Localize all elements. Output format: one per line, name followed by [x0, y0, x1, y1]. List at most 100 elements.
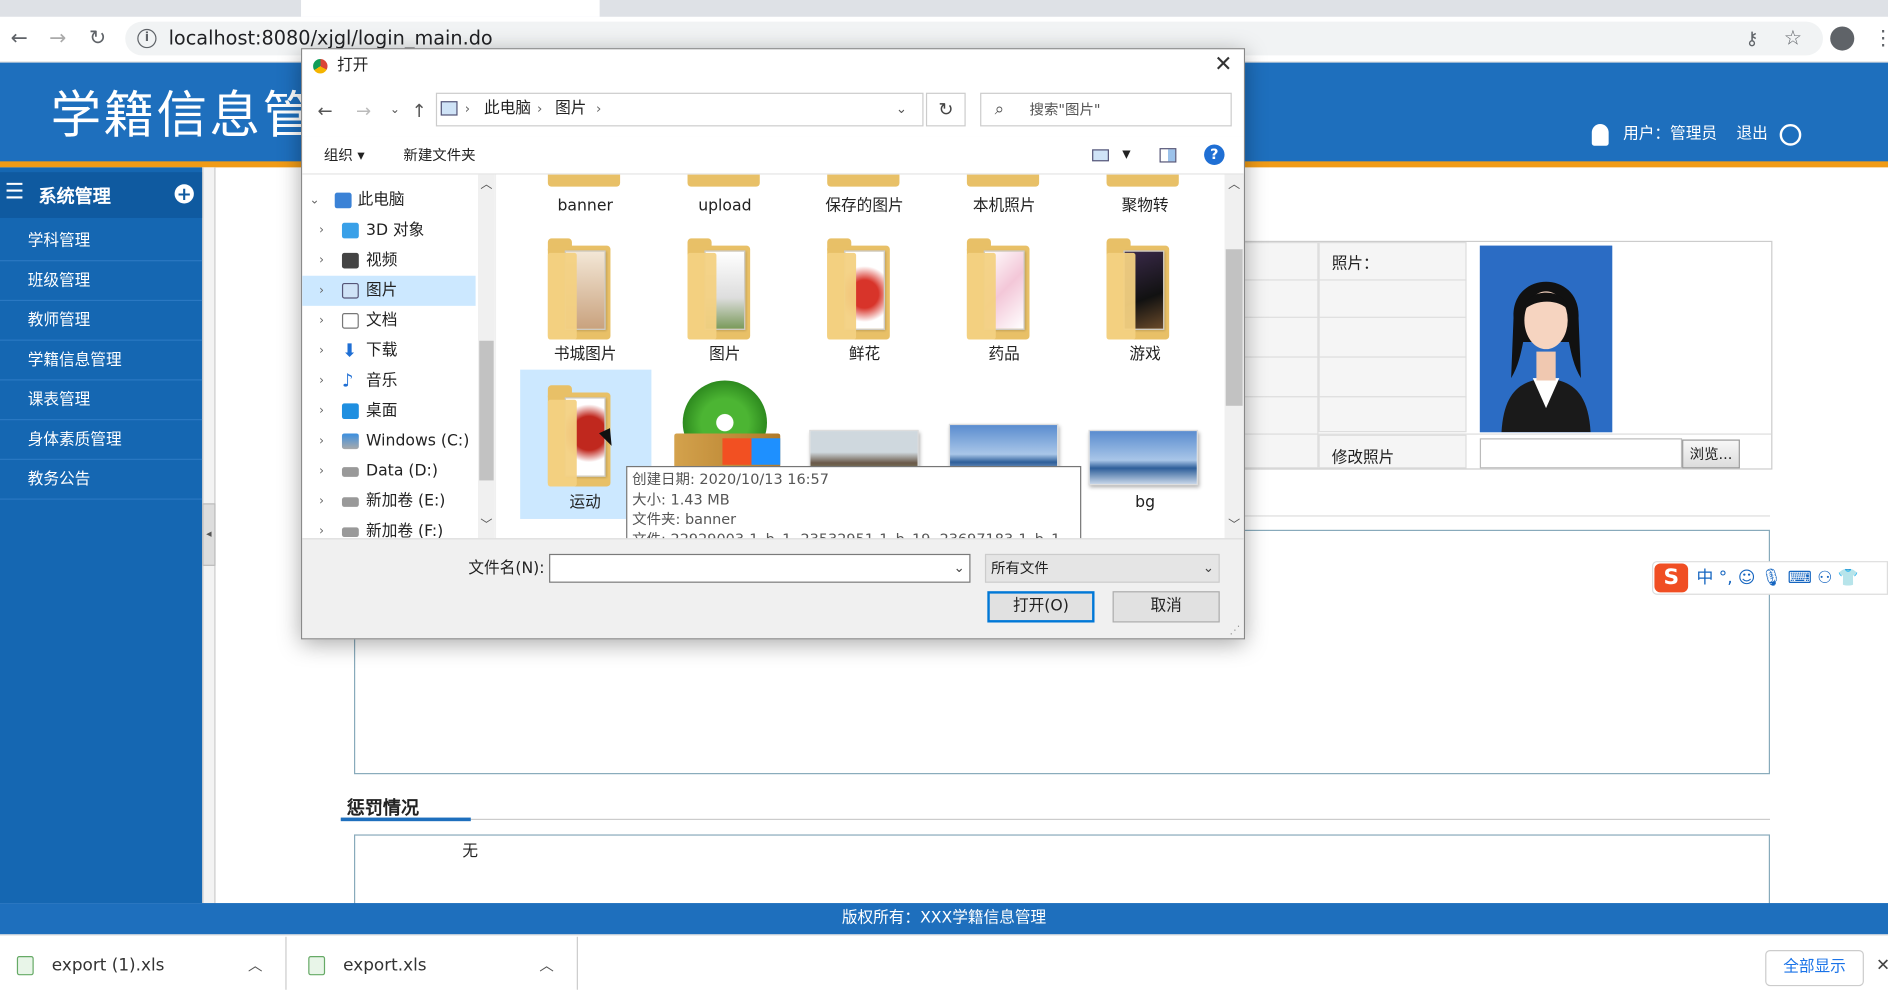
sidebar-item-announcement[interactable]: 教务公告 — [0, 460, 203, 500]
tree-item-drive-d[interactable]: › Data (D:) — [302, 456, 475, 486]
tree-item-drive-f[interactable]: › 新加卷 (F:) — [302, 517, 475, 539]
file-item-camera-roll[interactable]: 本机照片 — [938, 196, 1070, 218]
file-item-games[interactable]: 游戏 — [1079, 344, 1211, 366]
back-icon[interactable]: ← — [5, 24, 34, 53]
menu-dots-icon[interactable]: ⋮ — [1869, 24, 1888, 53]
tree-item-downloads[interactable]: › ⬇ 下载 — [302, 336, 475, 366]
chevron-right-icon[interactable]: › — [319, 486, 324, 516]
chevron-down-icon[interactable]: ⌄ — [383, 99, 407, 123]
chevron-right-icon[interactable]: › — [319, 276, 324, 306]
url-text[interactable]: localhost:8080/xjgl/login_main.do — [169, 26, 493, 50]
tree-item-this-pc[interactable]: ⌄ 此电脑 — [302, 185, 475, 215]
organize-menu[interactable]: 组织 ▾ — [324, 144, 365, 166]
profile-avatar-icon[interactable] — [1830, 26, 1855, 51]
chevron-right-icon[interactable]: › — [319, 456, 324, 486]
close-download-bar-icon[interactable]: ✕ — [1876, 954, 1888, 978]
chevron-down-icon[interactable]: ⌄ — [309, 185, 319, 215]
filetype-select[interactable]: 所有文件 — [984, 553, 1220, 583]
breadcrumb-this-pc[interactable]: 此电脑 — [484, 99, 531, 121]
download-item-2[interactable]: export.xls — [343, 946, 426, 985]
close-icon[interactable]: ✕ — [1211, 52, 1235, 77]
tree-item-music[interactable]: › ♪ 音乐 — [302, 366, 475, 396]
collapse-arrow-icon[interactable]: ◂ — [202, 503, 216, 566]
chevron-up-icon[interactable]: ︿ — [539, 946, 553, 985]
tree-item-drive-e[interactable]: › 新加卷 (E:) — [302, 486, 475, 516]
logout-link[interactable]: 退出 — [1736, 125, 1767, 143]
breadcrumb-pictures[interactable]: 图片 — [555, 99, 586, 121]
tree-item-documents[interactable]: › 文档 — [302, 306, 475, 336]
chevron-down-icon[interactable]: ⌄ — [896, 99, 907, 121]
chevron-right-icon[interactable]: › — [319, 306, 324, 336]
file-item-bg[interactable]: bg — [1079, 492, 1211, 514]
chevron-right-icon[interactable]: › — [319, 426, 324, 456]
scroll-up-icon[interactable]: ︿ — [478, 177, 495, 194]
photo-file-input[interactable] — [1479, 438, 1683, 469]
sidebar-item-class[interactable]: 班级管理 — [0, 261, 203, 302]
ime-logo-icon[interactable]: S — [1654, 563, 1689, 593]
add-circle-icon[interactable]: + — [174, 184, 194, 204]
new-folder-button[interactable]: 新建文件夹 — [403, 144, 475, 166]
chevron-right-icon[interactable]: › — [319, 366, 324, 396]
info-icon[interactable]: i — [137, 28, 157, 49]
file-item-folder5[interactable]: 聚物转 — [1079, 196, 1211, 218]
tree-item-drive-c[interactable]: › Windows (C:) — [302, 426, 475, 456]
open-button[interactable]: 打开(O) — [987, 591, 1095, 623]
bookmark-star-icon[interactable]: ☆ — [1778, 24, 1807, 53]
file-item-flowers[interactable]: 鲜花 — [798, 344, 930, 366]
chevron-right-icon[interactable]: › — [319, 396, 324, 426]
chevron-down-icon[interactable]: ▼ — [1122, 144, 1130, 166]
forward-icon[interactable]: → — [43, 24, 72, 53]
document-icon — [341, 313, 359, 329]
nav-scroll-thumb[interactable] — [479, 340, 494, 481]
dialog-titlebar[interactable] — [302, 49, 1244, 86]
file-item-pictures[interactable]: 图片 — [659, 344, 791, 366]
dialog-search-input[interactable] — [980, 92, 1232, 127]
excel-file-icon — [16, 956, 34, 976]
scroll-down-icon[interactable]: ﹀ — [1226, 518, 1243, 535]
file-item-bookstore-pictures[interactable]: 书城图片 — [519, 344, 651, 366]
filename-input[interactable] — [549, 553, 971, 583]
chevron-right-icon[interactable]: › — [319, 216, 324, 246]
browse-button[interactable]: 浏览... — [1682, 439, 1740, 469]
tree-item-pictures[interactable]: › 图片 — [302, 275, 476, 306]
punishment-textarea[interactable] — [354, 834, 1771, 907]
up-arrow-icon[interactable]: ↑ — [407, 99, 431, 123]
scroll-down-icon[interactable]: ﹀ — [478, 518, 495, 535]
sidebar-item-schedule[interactable]: 课表管理 — [0, 380, 203, 421]
back-icon[interactable]: ← — [313, 99, 337, 123]
footer: 版权所有：XXX学籍信息管理 — [0, 903, 1888, 935]
cancel-button[interactable]: 取消 — [1112, 591, 1220, 623]
reload-icon[interactable]: ↻ — [83, 24, 112, 53]
view-mode-icon[interactable] — [1092, 149, 1109, 162]
help-icon[interactable]: ? — [1204, 144, 1225, 165]
preview-pane-icon[interactable] — [1159, 148, 1177, 163]
show-all-downloads-button[interactable]: 全部显示 — [1765, 950, 1864, 987]
scroll-up-icon[interactable]: ︿ — [1226, 177, 1243, 194]
chevron-right-icon[interactable]: › — [319, 336, 324, 366]
chevron-up-icon[interactable]: ︿ — [248, 946, 262, 985]
sidebar-item-student-record[interactable]: 学籍信息管理 — [0, 341, 203, 381]
chevron-down-icon[interactable]: ⌄ — [954, 559, 965, 578]
download-item-1[interactable]: export (1).xls — [52, 946, 165, 985]
forward-icon[interactable]: → — [352, 99, 376, 123]
file-item-saved-pictures[interactable]: 保存的图片 — [798, 196, 930, 218]
sidebar-item-teacher[interactable]: 教师管理 — [0, 301, 203, 341]
file-item-banner[interactable]: banner — [519, 196, 651, 218]
chevron-right-icon[interactable]: › — [319, 246, 324, 276]
globe-icon[interactable] — [1780, 123, 1802, 146]
chevron-right-icon[interactable]: › — [319, 517, 324, 538]
tree-item-videos[interactable]: › 视频 — [302, 246, 475, 276]
tree-item-3d-objects[interactable]: › 3D 对象 — [302, 216, 475, 246]
file-item-upload[interactable]: upload — [659, 196, 791, 218]
key-icon[interactable]: ⚷ — [1737, 24, 1766, 53]
refresh-icon[interactable]: ↻ — [925, 92, 966, 127]
files-scroll-thumb[interactable] — [1225, 249, 1243, 406]
image-thumbnail-bg[interactable] — [1088, 429, 1199, 486]
tree-item-desktop[interactable]: › 桌面 — [302, 396, 475, 426]
file-item-medicine[interactable]: 药品 — [938, 344, 1070, 366]
chevron-down-icon[interactable]: ⌄ — [1203, 559, 1214, 578]
sidebar-item-subject[interactable]: 学科管理 — [0, 222, 203, 262]
browser-tab-active[interactable] — [301, 0, 600, 17]
resize-grip-icon[interactable]: ⋰ — [1229, 625, 1240, 637]
sidebar-item-fitness[interactable]: 身体素质管理 — [0, 420, 203, 460]
